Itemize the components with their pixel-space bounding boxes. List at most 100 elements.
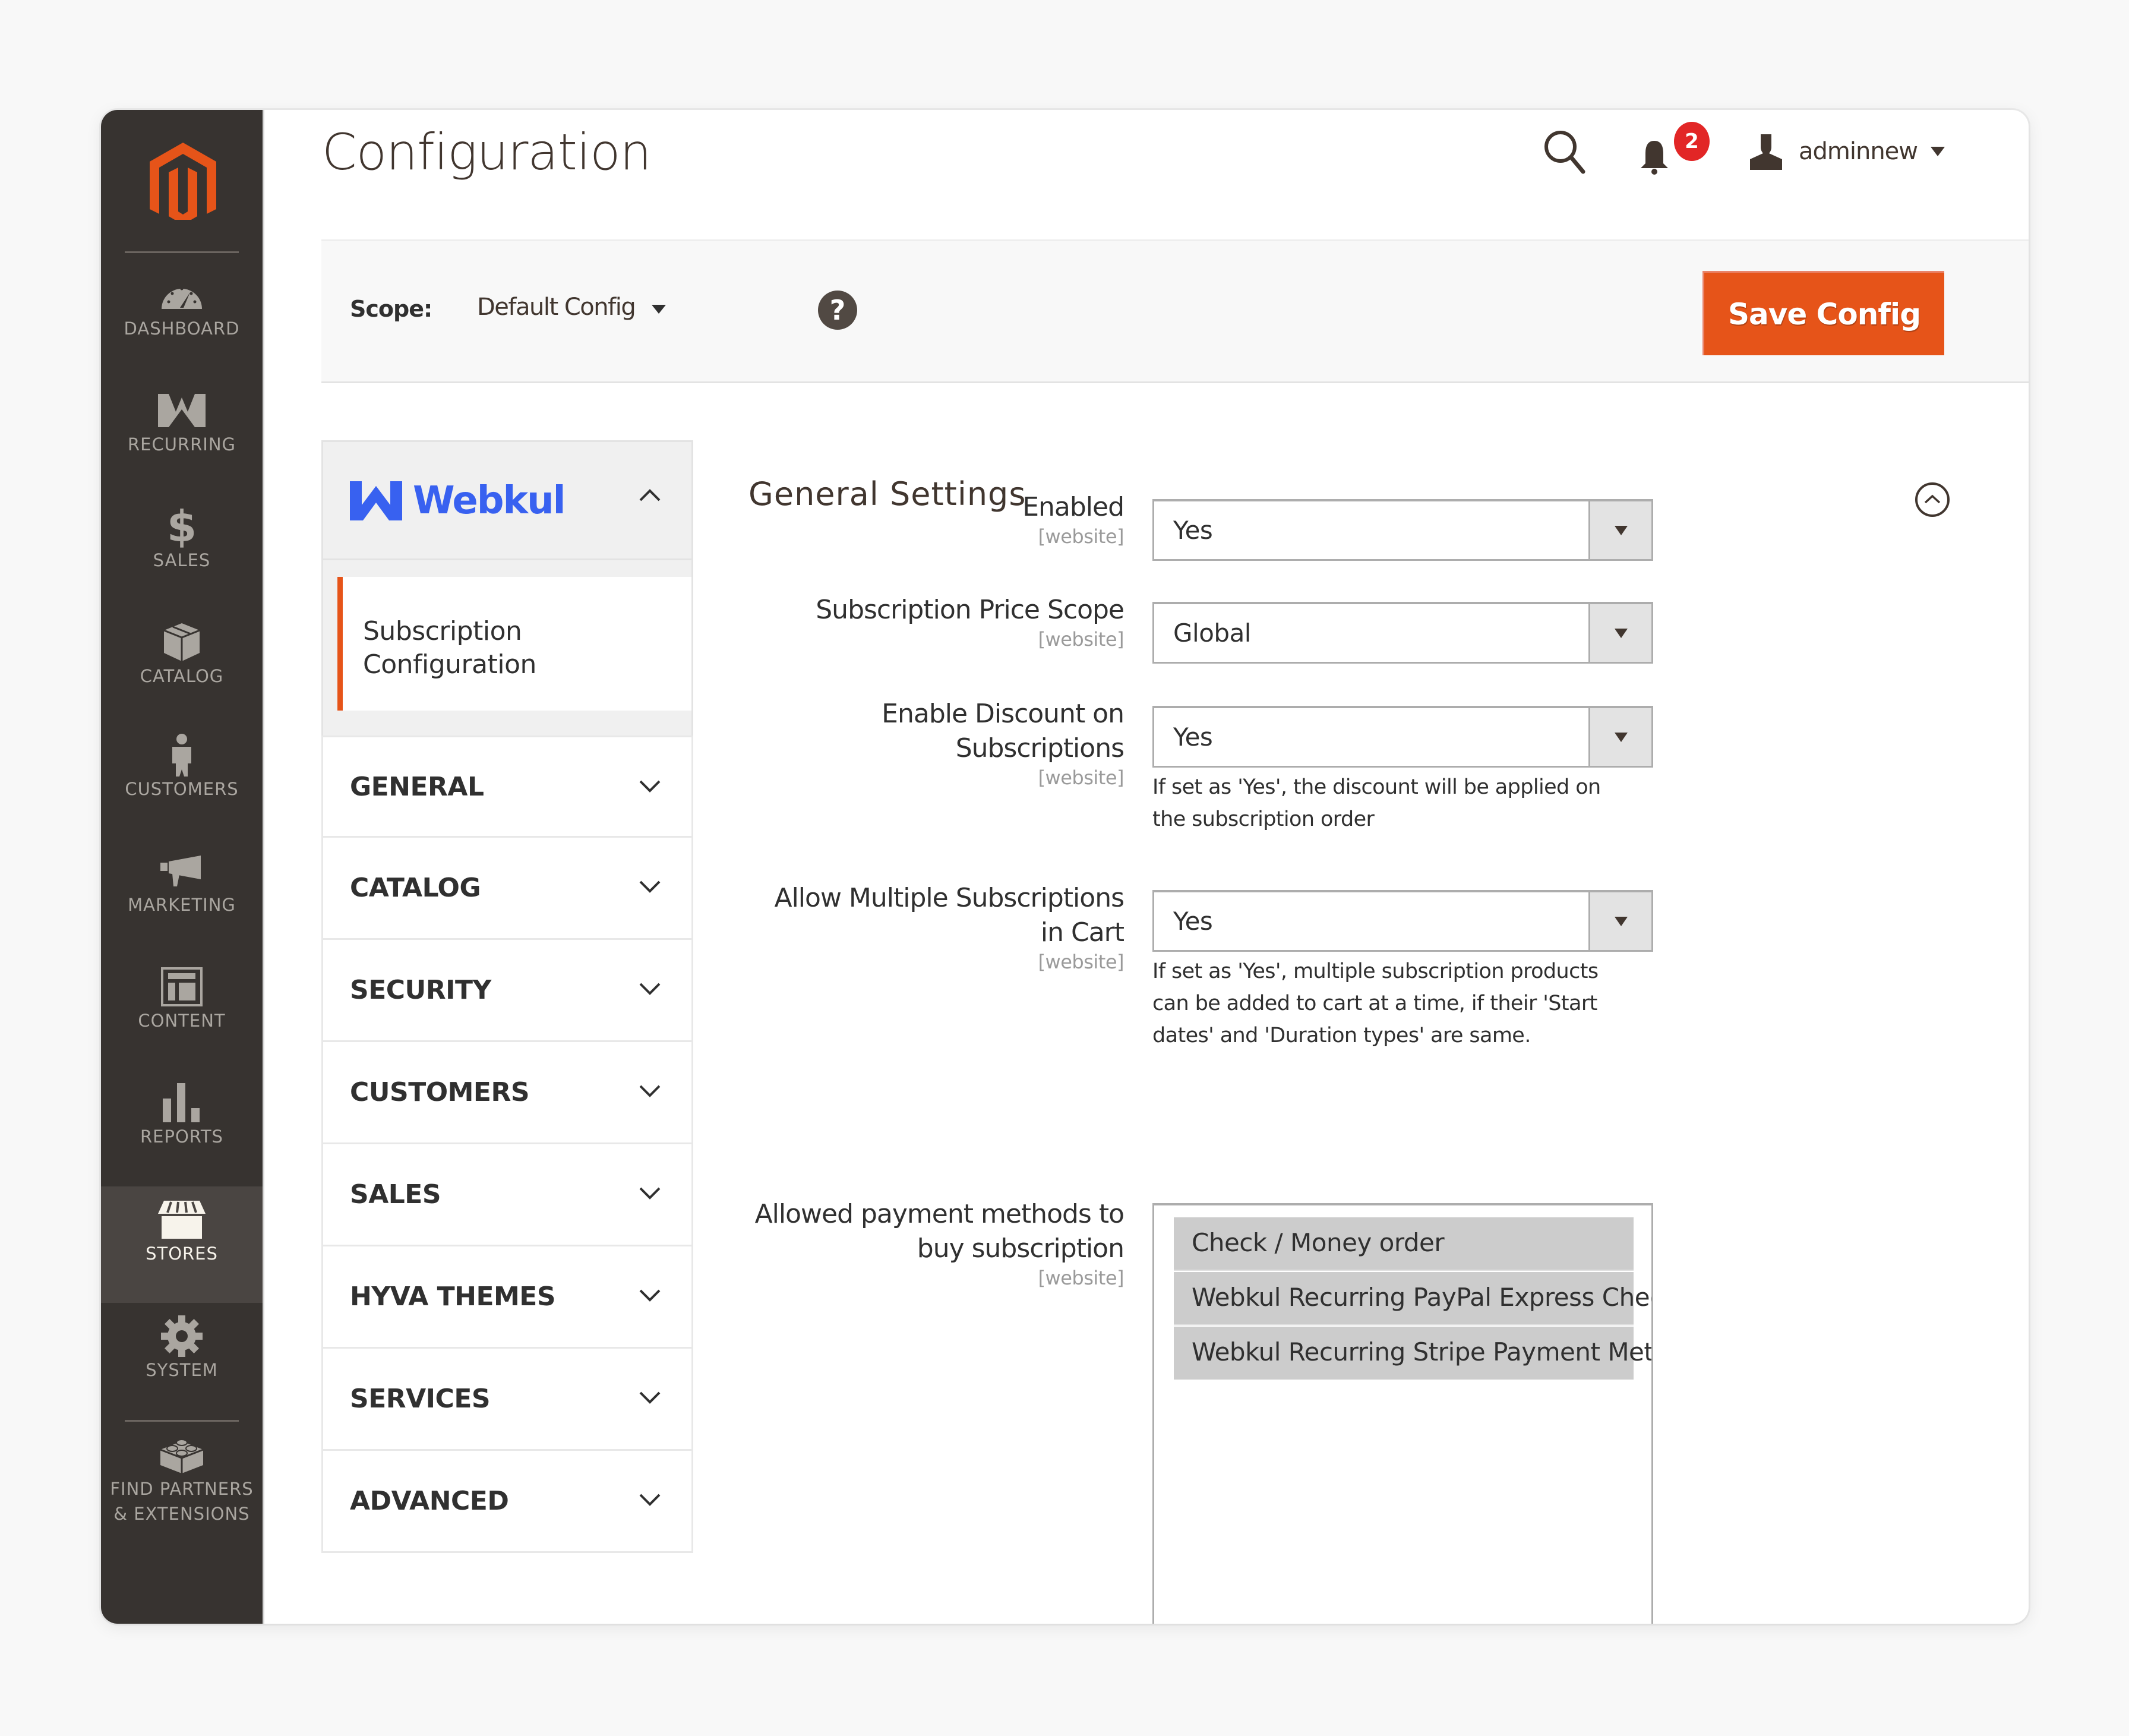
field-note-line: dates' and 'Duration types' are same. (1152, 1024, 1531, 1047)
lego-brick-icon (158, 1434, 206, 1476)
scope-bar: Scope: Default Config ? Save Config (321, 239, 2029, 383)
save-config-button[interactable]: Save Config (1702, 271, 1944, 355)
gear-icon (158, 1315, 206, 1358)
field-select[interactable]: Yes (1152, 890, 1653, 952)
search-icon (1544, 131, 1585, 174)
scope-value: Default Config (477, 293, 636, 321)
sidebar-item-stores[interactable]: STORES (101, 1186, 263, 1303)
sidebar-label: STORES (146, 1243, 218, 1264)
sidebar-divider (125, 251, 239, 253)
select-toggle[interactable] (1588, 708, 1651, 766)
field-note: If set as 'Yes', multiple subscription p… (1152, 955, 1651, 1052)
tab-services[interactable]: SERVICES (321, 1349, 693, 1451)
tab-label: SECURITY (350, 975, 491, 1005)
person-icon (158, 734, 206, 777)
field-label-line: Enable Discount on (882, 699, 1124, 729)
tab-security[interactable]: SECURITY (321, 940, 693, 1042)
tab-label: HYVA THEMES (350, 1282, 556, 1312)
tab-general[interactable]: GENERAL (321, 736, 693, 838)
tab-hyva-themes[interactable]: HYVA THEMES (321, 1246, 693, 1349)
sidebar-item-system[interactable]: SYSTEM (101, 1315, 263, 1425)
dollar-icon: $ (166, 501, 197, 551)
chevron-down-icon (639, 1187, 661, 1200)
select-toggle[interactable] (1588, 501, 1651, 559)
sidebar-item-reports[interactable]: REPORTS (101, 1081, 263, 1194)
tab-sales[interactable]: SALES (321, 1144, 693, 1246)
tab-label-line: Subscription (363, 616, 522, 646)
tab-group-items: Subscription Configuration (321, 560, 693, 736)
tab-label: SALES (350, 1179, 441, 1210)
tab-catalog[interactable]: CATALOG (321, 838, 693, 940)
tab-group-title: Webkul (413, 479, 566, 523)
section-title[interactable]: General Settings (748, 475, 1026, 513)
user-icon (1750, 134, 1782, 170)
bar-chart-icon (158, 1081, 206, 1124)
help-icon[interactable]: ? (818, 291, 857, 330)
multiselect-option[interactable]: Check / Money order (1174, 1217, 1634, 1271)
field-label-line: Subscriptions (955, 733, 1124, 763)
field-label: Subscription Price Scope [website] (816, 593, 1124, 651)
select-toggle[interactable] (1588, 604, 1651, 662)
field-scope-hint: [website] (1038, 766, 1124, 789)
caret-down-icon (1931, 147, 1945, 156)
megaphone-icon (158, 850, 206, 892)
field-note: If set as 'Yes', the discount will be ap… (1152, 771, 1651, 835)
sidebar-item-recurring[interactable]: RECURRING (101, 389, 263, 502)
select-toggle[interactable] (1588, 892, 1651, 950)
user-account-menu[interactable]: adminnew (1748, 128, 1945, 175)
sidebar-item-catalog[interactable]: CATALOG (101, 621, 263, 734)
collapse-section-icon[interactable] (1914, 481, 1951, 518)
sidebar-label: CATALOG (140, 666, 224, 686)
field-label: Enabled [website] (1022, 490, 1124, 548)
chevron-down-icon (639, 1085, 661, 1097)
config-tabs-nav: Webkul Subscription Configuration GENERA… (321, 440, 693, 1553)
sidebar-label: RECURRING (128, 434, 236, 454)
admin-window: DASHBOARD RECURRING $ SALES CATALOG CUST… (101, 110, 2029, 1624)
sidebar-label: SALES (153, 550, 211, 570)
notifications-button[interactable]: 2 (1640, 122, 1710, 175)
chevron-down-icon (639, 880, 661, 893)
sidebar-label: FIND PARTNERS (110, 1479, 254, 1499)
tab-label: ADVANCED (350, 1486, 509, 1516)
tab-customers[interactable]: CUSTOMERS (321, 1042, 693, 1144)
sidebar-item-content[interactable]: CONTENT (101, 965, 263, 1078)
field-label: Enable Discount on Subscriptions [website] (882, 697, 1124, 790)
field-label: Allowed payment methods to buy subscripti… (755, 1197, 1124, 1290)
sidebar-item-find-partners[interactable]: FIND PARTNERS & EXTENSIONS (101, 1434, 263, 1564)
sidebar-item-customers[interactable]: CUSTOMERS (101, 734, 263, 847)
payment-methods-multiselect[interactable]: Check / Money order Webkul Recurring PayP… (1152, 1203, 1653, 1624)
tab-advanced[interactable]: ADVANCED (321, 1451, 693, 1553)
chevron-down-icon (639, 983, 661, 995)
tab-group-webkul[interactable]: Webkul (321, 440, 693, 560)
caret-down-icon (652, 304, 667, 314)
field-label-line: in Cart (1040, 917, 1124, 948)
multiselect-option[interactable]: Webkul Recurring Stripe Payment Method (1174, 1327, 1651, 1380)
global-search-button[interactable] (1542, 128, 1589, 175)
sidebar-label: CUSTOMERS (125, 779, 239, 799)
field-select[interactable]: Yes (1152, 706, 1653, 768)
page-title: Configuration (322, 123, 652, 181)
chevron-down-icon (639, 1391, 661, 1404)
field-select[interactable]: Global (1152, 602, 1653, 664)
sidebar-item-sales[interactable]: $ SALES (101, 505, 263, 618)
dashboard-icon (158, 273, 206, 316)
user-name: adminnew (1799, 138, 1918, 165)
field-label-line: Allow Multiple Subscriptions (774, 883, 1124, 913)
tab-label: CATALOG (350, 873, 481, 903)
field-label-line: Allowed payment methods to (754, 1199, 1124, 1229)
field-note-line: can be added to cart at a time, if their… (1152, 992, 1597, 1015)
field-scope-hint: [website] (1038, 628, 1124, 651)
field-label-line: Subscription Price Scope (816, 595, 1124, 625)
field-scope-hint: [website] (1038, 525, 1124, 548)
tab-subscription-configuration[interactable]: Subscription Configuration (337, 577, 691, 711)
multiselect-option[interactable]: Webkul Recurring PayPal Express Checkout (1174, 1272, 1651, 1325)
chevron-down-icon (639, 1289, 661, 1302)
sidebar-item-dashboard[interactable]: DASHBOARD (101, 273, 263, 386)
sidebar-item-marketing[interactable]: MARKETING (101, 850, 263, 962)
field-select[interactable]: Yes (1152, 499, 1653, 561)
magento-logo-icon[interactable] (150, 143, 216, 220)
field-scope-hint: [website] (1038, 1267, 1124, 1289)
select-value: Yes (1173, 907, 1213, 936)
scope-switcher[interactable]: Default Config (477, 293, 667, 321)
store-icon (158, 1198, 206, 1241)
